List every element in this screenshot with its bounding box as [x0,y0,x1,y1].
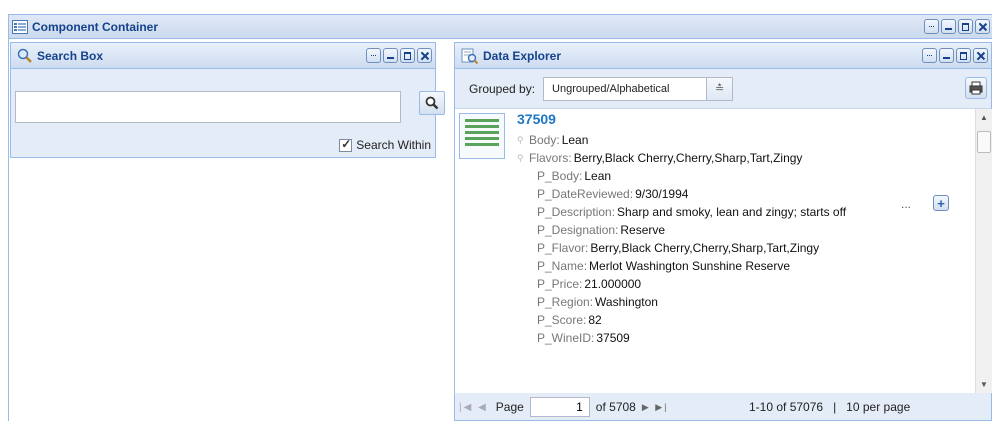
search-within-checkbox[interactable] [339,137,353,152]
minimize-icon[interactable] [939,48,954,63]
grouped-by-select[interactable]: Ungrouped/Alphabetical ≛ [543,76,734,101]
pinned-field-row: ⚲ Body: Lean [517,133,589,147]
search-within-label: Search Within [356,138,431,152]
close-icon[interactable] [975,19,990,34]
grouped-by-value: Ungrouped/Alphabetical [552,82,670,95]
maximize-icon[interactable] [958,19,973,34]
field-row: P_Score: 82 [537,313,602,327]
data-explorer-tools [922,48,988,63]
field-row: P_Body: Lean [537,169,612,183]
search-box-tools [366,48,432,63]
pagination-bar: |◀ ◀ Page of 5708 ▶ ▶| 1-10 of 57076 | 1… [455,393,991,421]
range-info: 1-10 of 57076 | 10 per page [749,400,911,414]
field-row: P_Flavor: Berry,Black Cherry,Cherry,Sharp… [537,241,820,255]
container-header: Component Container [9,15,992,39]
close-icon[interactable] [973,48,988,63]
chevron-down-icon[interactable]: ≛ [706,77,733,100]
results-list: 37509 ⚲ Body: Lean ⚲ Flavors: Berry,Blac… [455,109,975,393]
print-button[interactable] [965,77,987,99]
explorer-toolbar: Grouped by: Ungrouped/Alphabetical ≛ [455,69,991,109]
search-input[interactable] [15,91,401,123]
field-row: P_Designation: Reserve [537,223,666,237]
scroll-up-icon[interactable]: ▲ [980,113,988,122]
minimize-icon[interactable] [941,19,956,34]
scroll-down-icon[interactable]: ▼ [980,380,988,389]
document-search-icon [461,48,479,64]
pin-icon[interactable]: ⚲ [517,135,529,146]
container-title: Component Container [32,19,158,34]
search-within-option[interactable]: Search Within [339,137,431,152]
field-row: P_Description: Sharp and smoky, lean and … [537,205,847,219]
expand-field-button[interactable]: + [933,195,949,211]
page-number-input[interactable] [529,397,590,417]
menu-icon[interactable] [924,19,939,34]
minimize-icon[interactable] [383,48,398,63]
field-row: P_Region: Washington [537,295,658,309]
results-scrollbar[interactable]: ▲ ▼ [975,109,992,393]
search-box-title: Search Box [37,48,104,63]
field-row: P_DateReviewed: 9/30/1994 [537,187,689,201]
scroll-thumb[interactable] [977,131,991,153]
next-last-page-icon[interactable]: ▶ ▶| [642,402,669,413]
close-icon[interactable] [417,48,432,63]
list-icon [12,19,28,34]
grouped-by-label: Grouped by: [469,81,536,96]
printer-icon [969,81,983,95]
maximize-icon[interactable] [400,48,415,63]
page-label: Page [495,400,524,414]
pin-icon[interactable]: ⚲ [517,153,529,164]
page-count: of 5708 [595,400,636,414]
menu-icon[interactable] [922,48,937,63]
first-prev-page-icon[interactable]: |◀ ◀ [459,402,488,413]
menu-icon[interactable] [366,48,381,63]
field-row: P_WineID: 37509 [537,331,630,345]
data-explorer-panel: Data Explorer Grouped by: Ungrouped/Alph… [454,42,992,421]
truncation-ellipsis: ... [901,197,912,211]
maximize-icon[interactable] [956,48,971,63]
data-explorer-header: Data Explorer [455,43,991,69]
magnifier-icon [17,48,32,63]
pinned-field-row: ⚲ Flavors: Berry,Black Cherry,Cherry,Sha… [517,151,803,165]
search-icon [425,96,439,110]
record-thumbnail-icon[interactable] [459,113,505,159]
container-tools [924,19,990,34]
record-title-link[interactable]: 37509 [517,111,556,127]
field-row: P_Price: 21.000000 [537,277,642,291]
field-row: P_Name: Merlot Washington Sunshine Reserv… [537,259,791,273]
search-button[interactable] [419,91,445,115]
search-box-header: Search Box [11,43,435,69]
data-explorer-title: Data Explorer [483,48,562,63]
search-box-panel: Search Box Search Within [10,42,445,158]
